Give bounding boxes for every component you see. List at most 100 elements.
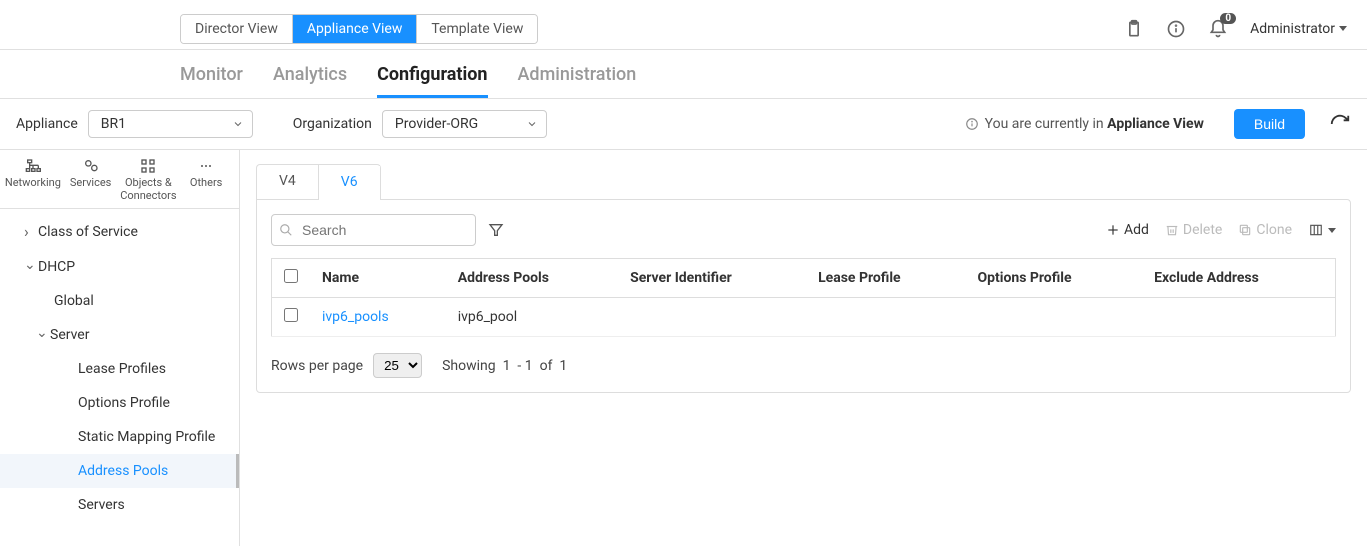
- refresh-icon[interactable]: [1329, 113, 1351, 135]
- tree-lease-profiles[interactable]: Lease Profiles: [0, 352, 239, 386]
- add-label: Add: [1124, 222, 1149, 238]
- info-icon[interactable]: [1166, 19, 1186, 39]
- tree-label: Servers: [78, 497, 125, 513]
- rail-others-label: Others: [190, 176, 222, 189]
- search-icon: [279, 222, 293, 238]
- rail-services[interactable]: Services: [62, 158, 120, 202]
- chevron-down-icon: [232, 116, 244, 132]
- trash-icon: [1165, 223, 1179, 237]
- row-name-link[interactable]: ivp6_pools: [310, 298, 446, 337]
- notification-badge: 0: [1220, 13, 1236, 24]
- plus-icon: [1106, 223, 1120, 237]
- tab-administration[interactable]: Administration: [518, 64, 637, 98]
- tree-label: Lease Profiles: [78, 361, 166, 377]
- organization-value: Provider-ORG: [395, 116, 478, 132]
- row-checkbox[interactable]: [284, 308, 298, 322]
- organization-select[interactable]: Provider-ORG: [382, 110, 547, 138]
- rail-objects-label: Objects & Connectors: [120, 176, 176, 202]
- tab-v6[interactable]: V6: [319, 166, 380, 200]
- organization-label: Organization: [293, 116, 372, 132]
- col-server-identifier[interactable]: Server Identifier: [618, 259, 806, 298]
- director-view-tab[interactable]: Director View: [181, 15, 293, 43]
- row-lease-profile: [806, 298, 965, 337]
- tree-address-pools[interactable]: Address Pools: [0, 454, 239, 488]
- tree-options-profile[interactable]: Options Profile: [0, 386, 239, 420]
- template-view-tab[interactable]: Template View: [417, 15, 537, 43]
- col-options-profile[interactable]: Options Profile: [965, 259, 1142, 298]
- row-options-profile: [965, 298, 1142, 337]
- chevron-down-icon: [36, 327, 44, 343]
- tree-global[interactable]: Global: [0, 284, 239, 318]
- tree-label: Class of Service: [38, 224, 138, 240]
- pager-to: 1: [525, 358, 533, 374]
- bell-icon[interactable]: 0: [1208, 19, 1228, 39]
- address-pools-table: Name Address Pools Server Identifier Lea…: [271, 258, 1336, 337]
- info-prefix: You are currently in: [985, 116, 1108, 132]
- chevron-down-icon: [24, 259, 32, 275]
- tab-analytics[interactable]: Analytics: [273, 64, 347, 98]
- columns-icon: [1308, 223, 1324, 237]
- rows-per-page-select[interactable]: 25: [373, 353, 422, 378]
- appliance-select[interactable]: BR1: [88, 110, 253, 138]
- clone-button[interactable]: Clone: [1238, 222, 1292, 238]
- caret-down-icon: [1339, 26, 1347, 31]
- showing-label: Showing: [442, 358, 496, 374]
- search-box: [271, 214, 476, 246]
- delete-label: Delete: [1183, 222, 1222, 238]
- tree-dhcp[interactable]: DHCP: [0, 250, 239, 284]
- tree-static-mapping[interactable]: Static Mapping Profile: [0, 420, 239, 454]
- tree-label: Server: [50, 327, 89, 343]
- select-all-checkbox[interactable]: [284, 269, 298, 283]
- user-menu[interactable]: Administrator: [1250, 21, 1347, 37]
- clipboard-icon[interactable]: [1124, 19, 1144, 39]
- main-tabs: Monitor Analytics Configuration Administ…: [0, 50, 1367, 99]
- tab-configuration[interactable]: Configuration: [377, 64, 487, 98]
- rail-objects[interactable]: Objects & Connectors: [120, 158, 178, 202]
- search-input[interactable]: [271, 214, 476, 246]
- tab-monitor[interactable]: Monitor: [180, 64, 243, 98]
- rail-services-label: Services: [70, 176, 111, 189]
- info-bold: Appliance View: [1107, 116, 1204, 132]
- appliance-view-tab[interactable]: Appliance View: [293, 15, 418, 43]
- tree-servers[interactable]: Servers: [0, 488, 239, 522]
- tree-label: DHCP: [38, 259, 75, 275]
- tab-v4[interactable]: V4: [257, 165, 319, 199]
- pager: Rows per page 25 Showing 1 - 1 of 1: [271, 353, 1336, 378]
- chevron-right-icon: [24, 222, 32, 241]
- pager-of: of: [540, 358, 553, 374]
- rail-others[interactable]: Others: [177, 158, 235, 202]
- rows-per-page-label: Rows per page: [271, 358, 363, 374]
- tree-label: Options Profile: [78, 395, 170, 411]
- caret-down-icon: [1328, 228, 1336, 233]
- tree-label: Global: [54, 293, 94, 309]
- ip-version-tabs: V4 V6: [256, 164, 381, 199]
- nav-tree: Class of Service DHCP Global Server Leas…: [0, 209, 239, 546]
- col-exclude-address[interactable]: Exclude Address: [1142, 259, 1335, 298]
- appliance-value: BR1: [101, 116, 126, 132]
- clone-icon: [1238, 223, 1252, 237]
- rail-networking[interactable]: Networking: [4, 158, 62, 202]
- view-tabs: Director View Appliance View Template Vi…: [180, 14, 538, 44]
- chevron-down-icon: [526, 116, 538, 132]
- row-exclude-address: [1142, 298, 1335, 337]
- rail-networking-label: Networking: [5, 176, 61, 189]
- build-button[interactable]: Build: [1234, 109, 1305, 139]
- col-address-pools[interactable]: Address Pools: [446, 259, 618, 298]
- col-name[interactable]: Name: [310, 259, 446, 298]
- add-button[interactable]: Add: [1106, 222, 1149, 238]
- tree-class-of-service[interactable]: Class of Service: [0, 213, 239, 250]
- delete-button[interactable]: Delete: [1165, 222, 1222, 238]
- col-lease-profile[interactable]: Lease Profile: [806, 259, 965, 298]
- tree-server[interactable]: Server: [0, 318, 239, 352]
- row-address-pools: ivp6_pool: [446, 298, 618, 337]
- table-row[interactable]: ivp6_pools ivp6_pool: [272, 298, 1336, 337]
- appliance-label: Appliance: [16, 116, 78, 132]
- pager-from: 1: [503, 358, 511, 374]
- columns-button[interactable]: [1308, 223, 1336, 237]
- tree-label: Address Pools: [78, 463, 168, 479]
- tree-label: Static Mapping Profile: [78, 429, 215, 445]
- filter-icon[interactable]: [488, 222, 504, 238]
- clone-label: Clone: [1256, 222, 1292, 238]
- context-info: You are currently in Appliance View: [965, 116, 1204, 132]
- user-label: Administrator: [1250, 21, 1335, 37]
